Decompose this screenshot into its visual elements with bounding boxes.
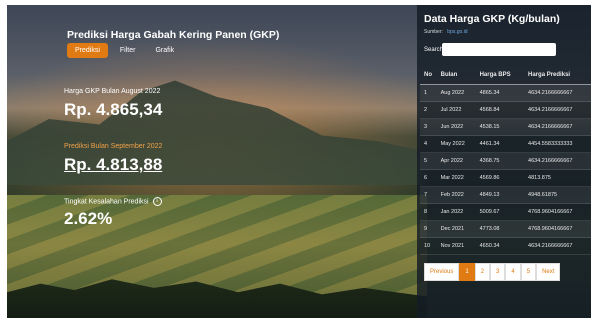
cell-harga-bps: 4865.34 [475, 84, 525, 102]
cell-harga-bps: 5009.67 [475, 203, 525, 221]
current-price-value: Rp. 4.865,34 [64, 100, 163, 119]
cell-harga-prediksi: 4634.2166666667 [524, 118, 591, 136]
pagination: Previous 1 2 3 4 5 Next [424, 263, 561, 281]
cell-harga-prediksi: 4634.2166666667 [524, 84, 591, 102]
current-price-label: Harga GKP Bulan August 2022 [64, 88, 161, 95]
price-table: No Bulan Harga BPS Harga Prediksi 1 Aug … [420, 65, 591, 255]
tab-bar: Prediksi Filter Grafik [67, 43, 182, 58]
cell-bulan: May 2022 [436, 135, 476, 153]
cell-bulan: Nov 2021 [436, 237, 476, 255]
page-5-button[interactable]: 5 [520, 263, 537, 281]
info-icon[interactable]: i [152, 197, 162, 206]
cell-bulan: Jun 2022 [436, 118, 476, 136]
cell-harga-bps: 4461.34 [475, 135, 525, 153]
tab-grafik[interactable]: Grafik [147, 43, 182, 58]
data-table-panel: Data Harga GKP (Kg/bulan) Sumber: bps.go… [417, 5, 591, 318]
cell-harga-prediksi: 4768.9604166667 [524, 203, 591, 221]
cell-no: 8 [420, 203, 437, 221]
cell-harga-prediksi: 4634.2166666667 [524, 237, 591, 255]
cell-no: 3 [420, 118, 437, 136]
cell-no: 6 [420, 169, 437, 187]
app-window: Prediksi Harga Gabah Kering Panen (GKP) … [7, 5, 591, 318]
cell-bulan: Feb 2022 [436, 186, 476, 204]
table-row: 1 Aug 2022 4865.34 4634.2166666667 [420, 84, 591, 102]
next-button[interactable]: Next [536, 263, 561, 281]
cell-harga-prediksi: 4948.61875 [524, 186, 591, 204]
cell-harga-bps: 4773.08 [475, 220, 525, 238]
column-header-harga-prediksi[interactable]: Harga Prediksi [524, 65, 591, 85]
table-row: 6 Mar 2022 4569.86 4813.875 [420, 169, 591, 187]
cell-no: 9 [420, 220, 437, 238]
cell-harga-bps: 4650.34 [475, 237, 525, 255]
cell-harga-bps: 4849.13 [475, 186, 525, 204]
table-row: 7 Feb 2022 4849.13 4948.61875 [420, 186, 591, 204]
cell-bulan: Dec 2021 [436, 220, 476, 238]
table-row: 2 Jul 2022 4568.84 4634.2166666667 [420, 101, 591, 119]
prediction-panel: Prediksi Harga Gabah Kering Panen (GKP) … [7, 5, 417, 318]
table-row: 9 Dec 2021 4773.08 4768.9604166667 [420, 220, 591, 238]
source-line: Sumber: bps.go.id [424, 29, 468, 35]
prediction-price-value: Rp. 4.813,88 [64, 155, 163, 174]
cell-harga-prediksi: 4634.2166666667 [524, 101, 591, 119]
cell-harga-bps: 4538.15 [475, 118, 525, 136]
source-link[interactable]: bps.go.id [447, 29, 467, 35]
cell-harga-bps: 4368.75 [475, 152, 525, 170]
column-header-bulan[interactable]: Bulan [436, 65, 476, 85]
cell-harga-prediksi: 4454.5583333333 [524, 135, 591, 153]
prediction-price-label: Prediksi Bulan September 2022 [64, 143, 163, 150]
cell-bulan: Jan 2022 [436, 203, 476, 221]
cell-no: 10 [420, 237, 437, 255]
table-row: 4 May 2022 4461.34 4454.5583333333 [420, 135, 591, 153]
error-rate-value: 2.62% [64, 209, 113, 228]
tab-filter[interactable]: Filter [112, 43, 144, 58]
column-header-harga-bps[interactable]: Harga BPS [475, 65, 525, 85]
cell-no: 4 [420, 135, 437, 153]
table-header-row: No Bulan Harga BPS Harga Prediksi [420, 65, 591, 85]
search-input[interactable] [442, 43, 556, 56]
tab-prediksi[interactable]: Prediksi [67, 43, 108, 58]
cell-no: 2 [420, 101, 437, 119]
page-3-button[interactable]: 3 [490, 263, 506, 281]
cell-harga-bps: 4568.84 [475, 101, 525, 119]
table-row: 3 Jun 2022 4538.15 4634.2166666667 [420, 118, 591, 136]
cell-bulan: Mar 2022 [436, 169, 476, 187]
source-label: Sumber: [424, 29, 443, 35]
column-header-no[interactable]: No [420, 65, 437, 85]
cell-no: 7 [420, 186, 437, 204]
table-title: Data Harga GKP (Kg/bulan) [424, 13, 560, 25]
cell-harga-prediksi: 4768.9604166667 [524, 220, 591, 238]
table-row: 10 Nov 2021 4650.34 4634.2166666667 [420, 237, 591, 255]
table-row: 5 Apr 2022 4368.75 4634.2166666667 [420, 152, 591, 170]
cell-bulan: Jul 2022 [436, 101, 476, 119]
cell-harga-prediksi: 4813.875 [524, 169, 591, 187]
error-rate-label-text: Tingkat Kesalahan Prediksi [64, 198, 149, 206]
cell-bulan: Aug 2022 [436, 84, 476, 102]
page-2-button[interactable]: 2 [474, 263, 491, 281]
table-row: 8 Jan 2022 5009.67 4768.9604166667 [420, 203, 591, 221]
app-title: Prediksi Harga Gabah Kering Panen (GKP) [67, 29, 280, 41]
error-rate-label: Tingkat Kesalahan Prediksi i [64, 197, 162, 206]
cell-bulan: Apr 2022 [436, 152, 476, 170]
cell-no: 5 [420, 152, 437, 170]
page-4-button[interactable]: 4 [505, 263, 521, 281]
page-1-button[interactable]: 1 [459, 263, 475, 281]
cell-harga-prediksi: 4634.2166666667 [524, 152, 591, 170]
previous-button[interactable]: Previous [424, 263, 460, 281]
cell-no: 1 [420, 84, 437, 102]
cell-harga-bps: 4569.86 [475, 169, 525, 187]
